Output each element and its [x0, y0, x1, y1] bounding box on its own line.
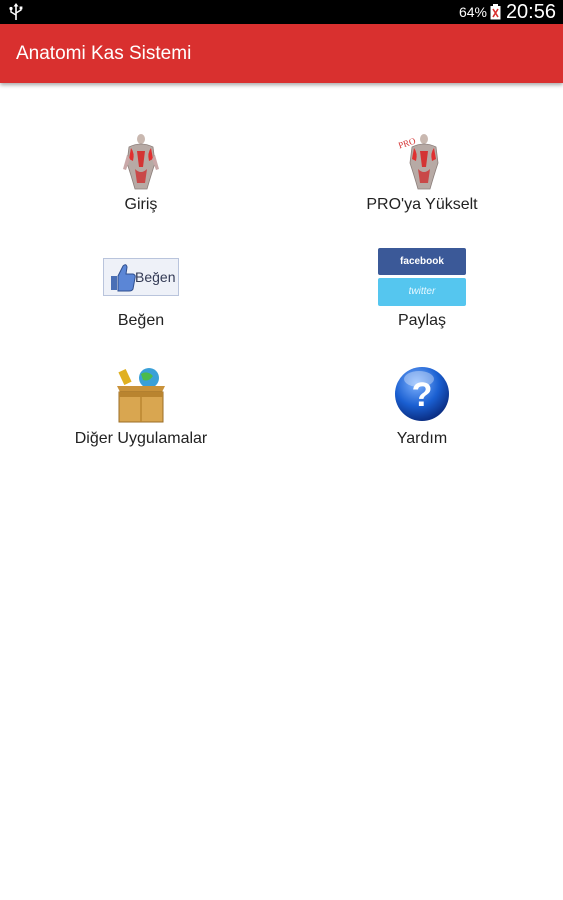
battery-icon — [490, 4, 501, 20]
menu-item-label: PRO'ya Yükselt — [366, 196, 478, 213]
menu-item-pro-upgrade[interactable]: PRO PRO'ya Yükselt — [322, 128, 522, 238]
usb-icon — [9, 3, 23, 20]
menu-item-label: Beğen — [117, 312, 165, 329]
menu-item-help[interactable]: ? Yardım — [322, 364, 522, 474]
anatomy-pro-icon: PRO — [397, 134, 439, 190]
menu-item-giris[interactable]: Giriş — [41, 128, 241, 238]
like-button-icon: Beğen — [103, 258, 179, 296]
menu-item-label: Diğer Uygulamalar — [74, 430, 208, 447]
app-bar: Anatomi Kas Sistemi — [0, 24, 563, 83]
menu-item-share[interactable]: facebook twitter Paylaş — [322, 248, 522, 360]
help-question-mark: ? — [412, 376, 433, 414]
status-bar: 64% 20:56 — [0, 0, 563, 24]
app-title: Anatomi Kas Sistemi — [16, 43, 192, 64]
apps-box-icon — [117, 368, 165, 423]
battery-percent: 64% — [458, 4, 487, 20]
help-question-icon: ? — [395, 367, 449, 421]
anatomy-muscle-icon — [123, 134, 159, 190]
menu-item-label: Giriş — [124, 196, 158, 213]
share-facebook-twitter-icon: facebook twitter — [378, 248, 466, 306]
twitter-badge: twitter — [378, 278, 466, 306]
menu-item-other-apps[interactable]: Diğer Uygulamalar — [41, 364, 241, 474]
facebook-badge: facebook — [378, 248, 466, 275]
clock: 20:56 — [505, 1, 556, 23]
menu-item-label: Yardım — [396, 430, 448, 447]
like-button-text: Beğen — [135, 269, 176, 285]
menu-item-like[interactable]: Beğen Beğen — [41, 250, 241, 360]
menu-item-label: Paylaş — [397, 312, 447, 329]
